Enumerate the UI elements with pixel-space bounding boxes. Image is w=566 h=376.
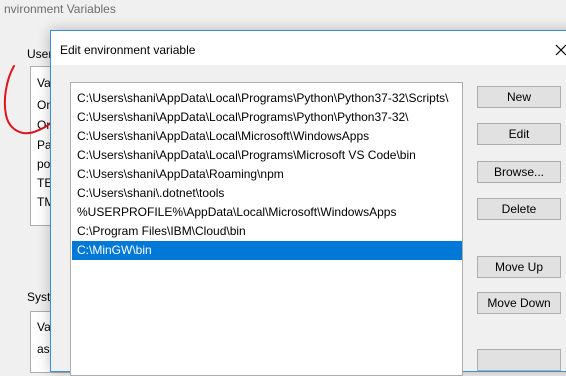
close-icon (555, 44, 566, 56)
path-list-item[interactable]: C:\Users\shani\AppData\Local\Programs\Py… (72, 89, 462, 108)
system-variable-row[interactable]: Va (37, 320, 51, 334)
window-title: nvironment Variables (4, 2, 116, 16)
system-variable-row[interactable]: as (37, 342, 50, 356)
path-list-item[interactable]: C:\Users\shani\AppData\Local\Programs\Py… (72, 108, 462, 127)
path-list-item[interactable]: C:\Program Files\IBM\Cloud\bin (72, 222, 462, 241)
path-list-item[interactable]: C:\Users\shani\AppData\Local\Programs\Mi… (72, 146, 462, 165)
move-up-button[interactable]: Move Up (477, 256, 561, 278)
dialog-title: Edit environment variable (60, 43, 196, 57)
path-list[interactable]: C:\Users\shani\AppData\Local\Programs\Py… (70, 82, 463, 376)
edit-text-button[interactable] (477, 349, 561, 371)
edit-environment-variable-dialog: Edit environment variable C:\Users\shani… (50, 30, 566, 376)
user-variable-row[interactable]: po (37, 157, 50, 171)
path-list-item[interactable]: C:\Users\shani\AppData\Local\Microsoft\W… (72, 127, 462, 146)
path-list-item-selected[interactable]: C:\MinGW\bin (72, 241, 462, 260)
new-button[interactable]: New (477, 86, 561, 108)
move-down-button[interactable]: Move Down (477, 292, 561, 314)
path-list-item[interactable]: C:\Users\shani\AppData\Roaming\npm (72, 165, 462, 184)
browse-button[interactable]: Browse... (477, 161, 561, 183)
close-button[interactable] (546, 37, 566, 63)
user-variables-group-label: User (27, 47, 53, 61)
path-list-item[interactable]: %USERPROFILE%\AppData\Local\Microsoft\Wi… (72, 203, 462, 222)
edit-button[interactable]: Edit (477, 123, 561, 145)
dialog-titlebar[interactable]: Edit environment variable (51, 31, 566, 65)
delete-button[interactable]: Delete (477, 198, 561, 220)
path-list-item[interactable]: C:\Users\shani\.dotnet\tools (72, 184, 462, 203)
